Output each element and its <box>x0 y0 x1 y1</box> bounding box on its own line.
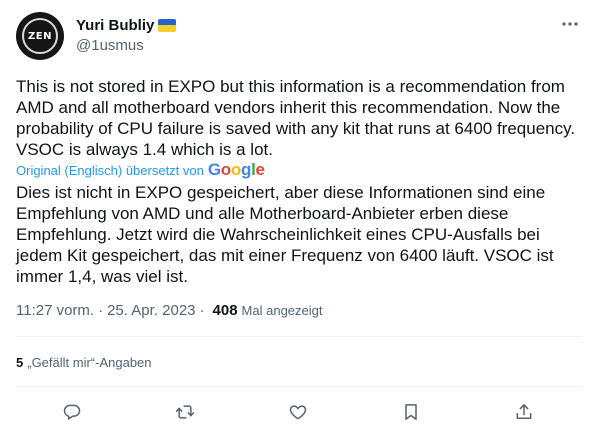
author-name[interactable]: Yuri Bubliy <box>76 17 154 34</box>
author-name-row: Yuri Bubliy <box>76 15 177 35</box>
tweet-meta: 11:27 vorm. · 25. Apr. 2023 · 408 Mal an… <box>16 300 323 320</box>
author-handle[interactable]: @1usmus <box>76 37 176 54</box>
likes-count: 5 <box>16 354 24 370</box>
tweet-date[interactable]: 25. Apr. 2023 <box>107 302 195 319</box>
more-options-icon[interactable] <box>560 14 580 34</box>
avatar[interactable]: ZEN <box>16 12 64 60</box>
tweet-text-translated: Dies ist nicht in EXPO gespeichert, aber… <box>16 183 554 286</box>
meta-separator: · <box>199 301 205 319</box>
retweet-icon[interactable] <box>173 400 197 424</box>
tweet-time[interactable]: 11:27 vorm. <box>16 302 94 319</box>
avatar-logo: ZEN <box>22 18 58 54</box>
google-logo: Google <box>207 160 265 179</box>
avatar-text: ZEN <box>28 30 52 42</box>
like-icon[interactable] <box>286 400 310 424</box>
author-block: Yuri Bubliy @1usmus <box>76 15 177 54</box>
likes-label: „Gefällt mir“-Angaben <box>27 354 152 370</box>
views-count[interactable]: 408 <box>213 302 238 319</box>
translation-note[interactable]: Original (Englisch) übersetzt von Google <box>16 160 265 179</box>
views-label: Mal angezeigt <box>241 302 323 318</box>
meta-separator: · <box>98 301 104 319</box>
divider <box>16 336 582 337</box>
divider <box>16 386 582 387</box>
action-bar <box>0 398 598 426</box>
reply-icon[interactable] <box>60 400 84 424</box>
translation-note-label: Original (Englisch) übersetzt von <box>16 162 204 178</box>
bookmark-icon[interactable] <box>399 400 423 424</box>
share-icon[interactable] <box>512 400 536 424</box>
ukraine-flag-icon <box>158 18 177 32</box>
likes-row[interactable]: 5 „Gefällt mir“-Angaben <box>16 353 152 371</box>
tweet-card: ZEN Yuri Bubliy @1usmus This is not stor… <box>0 0 598 434</box>
tweet-text-original: This is not stored in EXPO but this info… <box>16 77 576 159</box>
